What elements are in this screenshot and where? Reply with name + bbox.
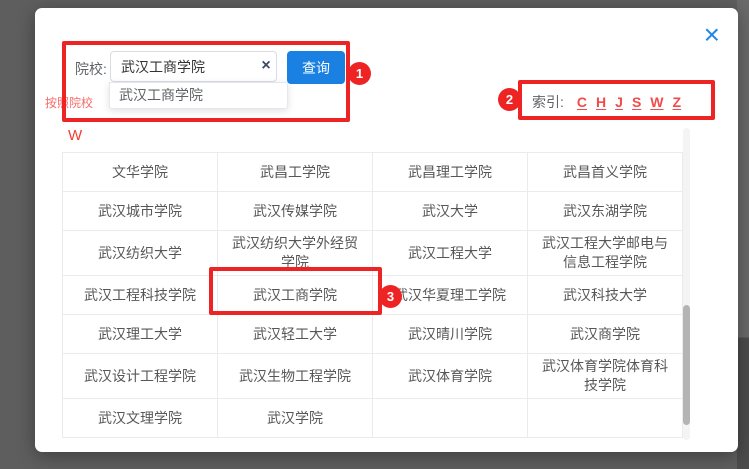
table-row: 武汉工程科技学院武汉工商学院武汉华夏理工学院武汉科技大学 bbox=[63, 276, 683, 315]
query-button[interactable]: 查询 bbox=[287, 51, 345, 84]
table-row: 武汉城市学院武汉传媒学院武汉大学武汉东湖学院 bbox=[63, 192, 683, 231]
college-field-label: 院校: bbox=[75, 59, 107, 79]
university-cell[interactable]: 武汉纺织大学 bbox=[63, 231, 218, 276]
index-letter-j[interactable]: J bbox=[615, 94, 623, 110]
autocomplete-dropdown: 武汉工商学院 bbox=[109, 82, 288, 109]
backdrop-page-behind bbox=[737, 0, 749, 469]
college-select-modal: × 院校: × 查询 按照院校 武汉工商学院 索引: C H J S W Z W… bbox=[35, 8, 738, 452]
clear-input-icon[interactable]: × bbox=[257, 57, 275, 75]
table-row: 武汉理工大学武汉轻工大学武汉晴川学院武汉商学院 bbox=[63, 315, 683, 354]
index-bar: 索引: C H J S W Z bbox=[532, 92, 681, 112]
scrollbar-thumb[interactable] bbox=[683, 305, 690, 425]
university-cell[interactable]: 武汉工程科技学院 bbox=[63, 276, 218, 315]
annotation-badge-1: 1 bbox=[348, 62, 371, 85]
university-cell[interactable]: 武汉轻工大学 bbox=[218, 315, 373, 354]
table-row: 武汉文理学院武汉学院 bbox=[63, 399, 683, 438]
empty-cell bbox=[528, 399, 683, 438]
university-cell[interactable]: 武昌首义学院 bbox=[528, 153, 683, 192]
index-label: 索引: bbox=[532, 92, 564, 112]
search-hint-text: 按照院校 bbox=[45, 94, 93, 111]
index-letter-c[interactable]: C bbox=[577, 94, 587, 110]
table-row: 武汉纺织大学武汉纺织大学外经贸学院武汉工程大学武汉工程大学邮电与信息工程学院 bbox=[63, 231, 683, 276]
university-table: 文华学院武昌工学院武昌理工学院武昌首义学院武汉城市学院武汉传媒学院武汉大学武汉东… bbox=[62, 152, 683, 438]
annotation-badge-2: 2 bbox=[498, 88, 521, 111]
university-cell[interactable]: 文华学院 bbox=[63, 153, 218, 192]
annotation-badge-3: 3 bbox=[379, 285, 402, 308]
university-cell[interactable]: 武汉设计工程学院 bbox=[63, 354, 218, 399]
scrollbar-track[interactable] bbox=[683, 128, 690, 440]
index-letter-z[interactable]: Z bbox=[673, 94, 682, 110]
university-cell[interactable]: 武昌工学院 bbox=[218, 153, 373, 192]
university-cell[interactable]: 武汉工程大学邮电与信息工程学院 bbox=[528, 231, 683, 276]
university-cell[interactable]: 武汉生物工程学院 bbox=[218, 354, 373, 399]
university-cell[interactable]: 武汉东湖学院 bbox=[528, 192, 683, 231]
index-letter-list: C H J S W Z bbox=[577, 94, 681, 110]
university-cell[interactable]: 武汉晴川学院 bbox=[373, 315, 528, 354]
university-cell[interactable]: 武汉理工大学 bbox=[63, 315, 218, 354]
college-search-input[interactable] bbox=[110, 51, 277, 82]
university-cell[interactable]: 武昌理工学院 bbox=[373, 153, 528, 192]
empty-cell bbox=[373, 399, 528, 438]
university-cell[interactable]: 武汉大学 bbox=[373, 192, 528, 231]
autocomplete-suggestion[interactable]: 武汉工商学院 bbox=[110, 83, 287, 108]
university-cell[interactable]: 武汉工商学院 bbox=[218, 276, 373, 315]
section-letter-heading: W bbox=[68, 127, 82, 144]
table-row: 武汉设计工程学院武汉生物工程学院武汉体育学院武汉体育学院体育科技学院 bbox=[63, 354, 683, 399]
university-cell[interactable]: 武汉工程大学 bbox=[373, 231, 528, 276]
index-letter-h[interactable]: H bbox=[596, 94, 606, 110]
university-cell[interactable]: 武汉商学院 bbox=[528, 315, 683, 354]
index-letter-w[interactable]: W bbox=[650, 94, 663, 110]
table-row: 文华学院武昌工学院武昌理工学院武昌首义学院 bbox=[63, 153, 683, 192]
university-cell[interactable]: 武汉文理学院 bbox=[63, 399, 218, 438]
university-cell[interactable]: 武汉城市学院 bbox=[63, 192, 218, 231]
university-cell[interactable]: 武汉学院 bbox=[218, 399, 373, 438]
university-cell[interactable]: 武汉科技大学 bbox=[528, 276, 683, 315]
index-letter-s[interactable]: S bbox=[632, 94, 641, 110]
university-cell[interactable]: 武汉纺织大学外经贸学院 bbox=[218, 231, 373, 276]
close-icon[interactable]: × bbox=[704, 22, 720, 48]
university-cell[interactable]: 武汉传媒学院 bbox=[218, 192, 373, 231]
university-cell[interactable]: 武汉体育学院体育科技学院 bbox=[528, 354, 683, 399]
university-cell[interactable]: 武汉体育学院 bbox=[373, 354, 528, 399]
